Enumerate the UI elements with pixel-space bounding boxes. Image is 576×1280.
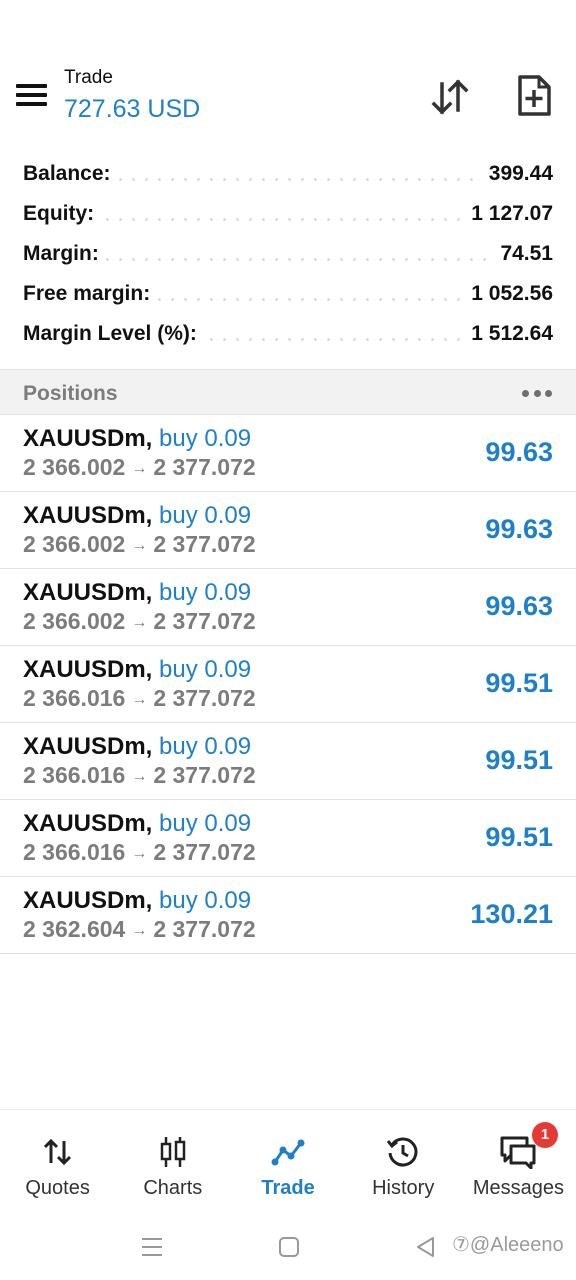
nav-label: Messages — [472, 1177, 564, 1199]
position-symbol: XAUUSDm, — [23, 810, 153, 837]
summary-value: 1 512.64 — [465, 322, 553, 346]
position-current-price: 2 377.072 — [153, 454, 256, 480]
position-symbol: XAUUSDm, — [23, 887, 153, 914]
position-type: buy 0.09 — [159, 425, 252, 452]
nav-label: Charts — [143, 1177, 203, 1199]
position-current-price: 2 377.072 — [153, 762, 256, 788]
summary-value: 74.51 — [494, 242, 553, 266]
position-type: buy 0.09 — [159, 502, 252, 529]
positions-title: Positions — [23, 382, 118, 405]
bottom-nav: Quotes Charts Trade History 1 Messages — [0, 1109, 576, 1221]
position-current-price: 2 377.072 — [153, 685, 256, 711]
hamburger-icon[interactable] — [16, 84, 47, 108]
nav-item-trade[interactable]: Trade — [230, 1110, 345, 1221]
position-row[interactable]: XAUUSDm, buy 0.09 2 366.002 → 2 377.072 99… — [0, 415, 576, 492]
position-open-price: 2 366.002 — [23, 531, 126, 557]
recent-apps-icon[interactable] — [140, 1235, 164, 1259]
arrow-right-icon: → — [131, 614, 148, 631]
nav-item-messages[interactable]: 1 Messages — [461, 1110, 576, 1221]
nav-item-history[interactable]: History — [346, 1110, 461, 1221]
position-symbol: XAUUSDm, — [23, 579, 153, 606]
position-symbol: XAUUSDm, — [23, 502, 153, 529]
position-row[interactable]: XAUUSDm, buy 0.09 2 366.002 → 2 377.072 99… — [0, 569, 576, 646]
summary-value: 1 127.07 — [465, 202, 553, 226]
home-square-icon[interactable] — [277, 1235, 301, 1259]
position-type: buy 0.09 — [159, 656, 252, 683]
summary-label: Free margin: — [23, 282, 157, 306]
quotes-arrows-icon — [38, 1134, 78, 1170]
summary-row-margin: Margin: 74.51 — [0, 236, 576, 276]
arrow-right-icon: → — [131, 845, 148, 862]
arrow-right-icon: → — [131, 922, 148, 939]
page-title: Trade — [64, 67, 113, 88]
position-open-price: 2 366.016 — [23, 839, 126, 865]
summary-value: 399.44 — [482, 162, 553, 186]
position-profit: 99.63 — [485, 591, 553, 621]
history-clock-icon — [383, 1134, 423, 1170]
position-profit: 99.63 — [485, 437, 553, 467]
watermark-text: ⑦@Aleeeno — [452, 1234, 564, 1256]
position-type: buy 0.09 — [159, 887, 252, 914]
trade-line-icon — [268, 1134, 308, 1170]
position-row[interactable]: XAUUSDm, buy 0.09 2 362.604 → 2 377.072 13… — [0, 877, 576, 954]
nav-label: History — [372, 1177, 435, 1199]
position-open-price: 2 366.016 — [23, 762, 126, 788]
position-profit: 99.51 — [485, 668, 553, 698]
summary-label: Margin Level (%): — [23, 322, 203, 346]
new-document-plus-icon[interactable] — [515, 74, 553, 118]
summary-row-free-margin: Free margin: 1 052.56 — [0, 276, 576, 316]
account-summary: Balance: 399.44 Equity: 1 127.07 Margin:… — [0, 156, 576, 356]
app-header: Trade 727.63 USD — [0, 0, 576, 150]
arrow-right-icon: → — [131, 537, 148, 554]
summary-row-equity: Equity: 1 127.07 — [0, 196, 576, 236]
positions-list: XAUUSDm, buy 0.09 2 366.002 → 2 377.072 99… — [0, 415, 576, 954]
summary-label: Balance: — [23, 162, 117, 186]
position-row[interactable]: XAUUSDm, buy 0.09 2 366.016 → 2 377.072 99… — [0, 646, 576, 723]
position-current-price: 2 377.072 — [153, 839, 256, 865]
system-nav-bar: ⑦@Aleeeno — [0, 1221, 576, 1280]
position-current-price: 2 377.072 — [153, 916, 256, 942]
position-symbol: XAUUSDm, — [23, 425, 153, 452]
position-type: buy 0.09 — [159, 733, 252, 760]
total-profit: 727.63 USD — [64, 95, 201, 123]
nav-label: Trade — [261, 1177, 315, 1199]
position-profit: 99.51 — [485, 822, 553, 852]
position-symbol: XAUUSDm, — [23, 656, 153, 683]
arrow-right-icon: → — [131, 691, 148, 708]
arrow-right-icon: → — [131, 768, 148, 785]
more-dots-icon[interactable] — [522, 382, 552, 404]
sort-arrows-icon[interactable] — [430, 78, 472, 116]
positions-section-header: Positions — [0, 369, 576, 415]
position-symbol: XAUUSDm, — [23, 733, 153, 760]
position-profit: 130.21 — [470, 899, 553, 929]
position-profit: 99.63 — [485, 514, 553, 544]
position-open-price: 2 362.604 — [23, 916, 126, 942]
position-profit: 99.51 — [485, 745, 553, 775]
summary-value: 1 052.56 — [465, 282, 553, 306]
summary-label: Margin: — [23, 242, 105, 266]
nav-label: Quotes — [25, 1177, 90, 1199]
nav-item-charts[interactable]: Charts — [115, 1110, 230, 1221]
position-row[interactable]: XAUUSDm, buy 0.09 2 366.002 → 2 377.072 99… — [0, 492, 576, 569]
notification-badge: 1 — [532, 1122, 559, 1148]
position-open-price: 2 366.002 — [23, 454, 126, 480]
position-row[interactable]: XAUUSDm, buy 0.09 2 366.016 → 2 377.072 99… — [0, 723, 576, 800]
position-current-price: 2 377.072 — [153, 531, 256, 557]
nav-item-quotes[interactable]: Quotes — [0, 1110, 115, 1221]
position-type: buy 0.09 — [159, 579, 252, 606]
summary-row-balance: Balance: 399.44 — [0, 156, 576, 196]
summary-label: Equity: — [23, 202, 101, 226]
position-open-price: 2 366.016 — [23, 685, 126, 711]
summary-row-margin-level: Margin Level (%): 1 512.64 — [0, 316, 576, 356]
position-row[interactable]: XAUUSDm, buy 0.09 2 366.016 → 2 377.072 99… — [0, 800, 576, 877]
position-current-price: 2 377.072 — [153, 608, 256, 634]
arrow-right-icon: → — [131, 460, 148, 477]
back-triangle-icon[interactable] — [414, 1235, 438, 1259]
position-type: buy 0.09 — [159, 810, 252, 837]
candlestick-icon — [153, 1134, 193, 1170]
position-open-price: 2 366.002 — [23, 608, 126, 634]
